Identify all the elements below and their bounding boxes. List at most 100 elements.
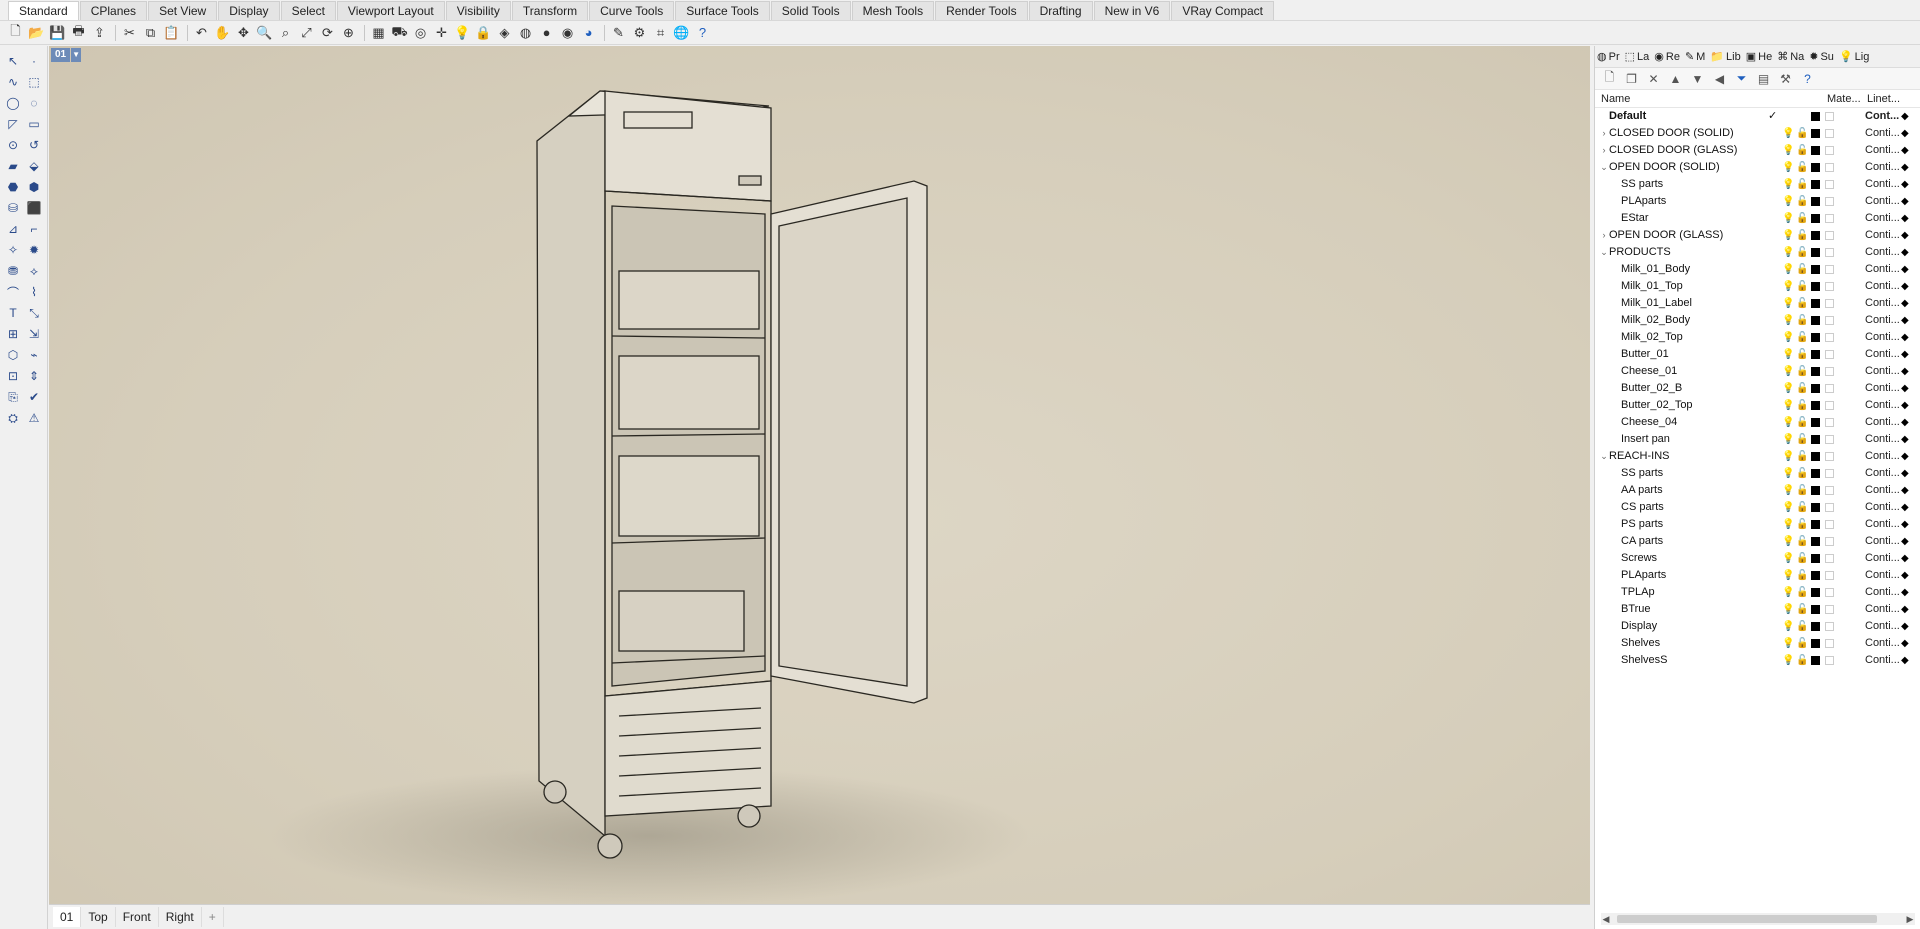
material-swatch[interactable] bbox=[1825, 469, 1834, 478]
refrigerator-model[interactable] bbox=[49, 46, 1590, 904]
linetype-cell[interactable]: Conti... bbox=[1865, 159, 1900, 176]
column-name[interactable]: Name bbox=[1601, 93, 1831, 105]
tab-drafting[interactable]: Drafting bbox=[1028, 1, 1093, 20]
layer-row[interactable]: Milk_02_Top 💡 🔓 Conti... ◆ bbox=[1595, 329, 1920, 346]
globe-icon[interactable]: ◕ bbox=[579, 23, 598, 42]
print-width-diamond-icon[interactable]: ◆ bbox=[1901, 465, 1909, 482]
tool-1-0-icon[interactable]: ∿ bbox=[4, 73, 22, 91]
lock-icon[interactable]: 🔓 bbox=[1796, 244, 1808, 261]
tool-3-0-icon[interactable]: ◸ bbox=[4, 115, 22, 133]
color-wheel-icon[interactable]: ◍ bbox=[516, 23, 535, 42]
layer-row[interactable]: SS parts 💡 🔓 Conti... ◆ bbox=[1595, 176, 1920, 193]
visibility-bulb-icon[interactable]: 💡 bbox=[1782, 363, 1794, 380]
layer-row[interactable]: AA parts 💡 🔓 Conti... ◆ bbox=[1595, 482, 1920, 499]
tool-17-1-icon[interactable]: ⚠ bbox=[25, 409, 43, 427]
lock-icon[interactable]: 🔓 bbox=[1796, 261, 1808, 278]
layer-color-swatch[interactable] bbox=[1811, 486, 1820, 495]
print-width-diamond-icon[interactable]: ◆ bbox=[1901, 584, 1909, 601]
material-swatch[interactable] bbox=[1825, 401, 1834, 410]
linetype-cell[interactable]: Conti... bbox=[1865, 652, 1900, 669]
layer-color-swatch[interactable] bbox=[1811, 469, 1820, 478]
layer-color-swatch[interactable] bbox=[1811, 588, 1820, 597]
tool-15-0-icon[interactable]: ⊡ bbox=[4, 367, 22, 385]
lock-icon[interactable]: 🔓 bbox=[1796, 482, 1808, 499]
layer-row[interactable]: TPLAp 💡 🔓 Conti... ◆ bbox=[1595, 584, 1920, 601]
layer-row[interactable]: Milk_01_Top 💡 🔓 Conti... ◆ bbox=[1595, 278, 1920, 295]
visibility-bulb-icon[interactable]: 💡 bbox=[1782, 397, 1794, 414]
lock-icon[interactable]: 🔓 bbox=[1796, 159, 1808, 176]
linetype-cell[interactable]: Conti... bbox=[1865, 584, 1900, 601]
layer-name[interactable]: CLOSED DOOR (SOLID) bbox=[1609, 125, 1734, 142]
move-view-icon[interactable]: ✥ bbox=[234, 23, 253, 42]
tool-0-0-icon[interactable]: ↖ bbox=[4, 52, 22, 70]
tab-mesh-tools[interactable]: Mesh Tools bbox=[851, 1, 935, 20]
print-width-diamond-icon[interactable]: ◆ bbox=[1901, 635, 1909, 652]
visibility-bulb-icon[interactable]: 💡 bbox=[1782, 499, 1794, 516]
layer-row[interactable]: Display 💡 🔓 Conti... ◆ bbox=[1595, 618, 1920, 635]
tool-12-0-icon[interactable]: T bbox=[4, 304, 22, 322]
lock-icon[interactable]: 🔓 bbox=[1796, 499, 1808, 516]
layer-color-swatch[interactable] bbox=[1811, 180, 1820, 189]
layer-name[interactable]: Milk_01_Label bbox=[1621, 295, 1692, 312]
tab-standard[interactable]: Standard bbox=[8, 1, 79, 20]
material-swatch[interactable] bbox=[1825, 639, 1834, 648]
light-icon[interactable]: 💡 bbox=[453, 23, 472, 42]
print-width-diamond-icon[interactable]: ◆ bbox=[1901, 363, 1909, 380]
snapshot-icon[interactable]: ◎ bbox=[411, 23, 430, 42]
layer-color-swatch[interactable] bbox=[1811, 503, 1820, 512]
lock-icon[interactable]: 🔓 bbox=[1796, 380, 1808, 397]
layer-color-swatch[interactable] bbox=[1811, 214, 1820, 223]
lock-icon[interactable]: 🔓 bbox=[1796, 312, 1808, 329]
layer-row[interactable]: ⌄ OPEN DOOR (SOLID) 💡 🔓 Conti... ◆ bbox=[1595, 159, 1920, 176]
linetype-cell[interactable]: Conti... bbox=[1865, 414, 1900, 431]
layer-color-swatch[interactable] bbox=[1811, 605, 1820, 614]
print-width-diamond-icon[interactable]: ◆ bbox=[1901, 380, 1909, 397]
add-viewport-tab-button[interactable]: + bbox=[202, 907, 224, 927]
visibility-bulb-icon[interactable]: 💡 bbox=[1782, 533, 1794, 550]
print-width-diamond-icon[interactable]: ◆ bbox=[1901, 431, 1909, 448]
print-width-diamond-icon[interactable]: ◆ bbox=[1901, 414, 1909, 431]
tool-7-1-icon[interactable]: ⬛ bbox=[25, 199, 43, 217]
panel-tab-pr[interactable]: ◍ Pr bbox=[1597, 50, 1620, 64]
layer-color-swatch[interactable] bbox=[1811, 554, 1820, 563]
layer-row[interactable]: Milk_01_Label 💡 🔓 Conti... ◆ bbox=[1595, 295, 1920, 312]
lock-icon[interactable]: 🔓 bbox=[1796, 295, 1808, 312]
layer-color-swatch[interactable] bbox=[1811, 639, 1820, 648]
render-sphere-icon[interactable]: ● bbox=[537, 23, 556, 42]
visibility-bulb-icon[interactable]: 💡 bbox=[1782, 550, 1794, 567]
layer-row[interactable]: › CLOSED DOOR (GLASS) 💡 🔓 Conti... ◆ bbox=[1595, 142, 1920, 159]
layer-color-swatch[interactable] bbox=[1811, 129, 1820, 138]
layer-color-swatch[interactable] bbox=[1811, 265, 1820, 274]
print-width-diamond-icon[interactable]: ◆ bbox=[1901, 550, 1909, 567]
visibility-bulb-icon[interactable]: 💡 bbox=[1782, 227, 1794, 244]
layer-name[interactable]: REACH-INS bbox=[1609, 448, 1670, 465]
tool-11-1-icon[interactable]: ⌇ bbox=[25, 283, 43, 301]
layer-color-swatch[interactable] bbox=[1811, 452, 1820, 461]
linetype-cell[interactable]: Conti... bbox=[1865, 465, 1900, 482]
print-width-diamond-icon[interactable]: ◆ bbox=[1901, 329, 1909, 346]
delete-layer-icon[interactable]: ✕ bbox=[1645, 70, 1662, 87]
material-swatch[interactable] bbox=[1825, 180, 1834, 189]
tool-3-1-icon[interactable]: ▭ bbox=[25, 115, 43, 133]
layer-name[interactable]: ShelvesS bbox=[1621, 652, 1667, 669]
layer-name[interactable]: PRODUCTS bbox=[1609, 244, 1671, 261]
layer-color-swatch[interactable] bbox=[1811, 282, 1820, 291]
tool-16-0-icon[interactable]: ⎘ bbox=[4, 388, 22, 406]
layer-color-swatch[interactable] bbox=[1811, 333, 1820, 342]
layer-name[interactable]: Butter_02_B bbox=[1621, 380, 1682, 397]
linetype-cell[interactable]: Conti... bbox=[1865, 448, 1900, 465]
lock-icon[interactable]: 🔓 bbox=[1796, 176, 1808, 193]
layer-row[interactable]: SS parts 💡 🔓 Conti... ◆ bbox=[1595, 465, 1920, 482]
panel-tab-he[interactable]: ▣ He bbox=[1746, 50, 1772, 64]
layer-name[interactable]: CS parts bbox=[1621, 499, 1664, 516]
lock-icon[interactable]: 🔓 bbox=[1796, 278, 1808, 295]
tool-6-1-icon[interactable]: ⬢ bbox=[25, 178, 43, 196]
linetype-cell[interactable]: Conti... bbox=[1865, 635, 1900, 652]
print-width-diamond-icon[interactable]: ◆ bbox=[1901, 448, 1909, 465]
tool-5-1-icon[interactable]: ⬙ bbox=[25, 157, 43, 175]
import-icon[interactable]: ⇪ bbox=[90, 23, 109, 42]
visibility-bulb-icon[interactable]: 💡 bbox=[1782, 482, 1794, 499]
tab-surface-tools[interactable]: Surface Tools bbox=[675, 1, 770, 20]
filter-icon[interactable]: ⏷ bbox=[1733, 70, 1750, 87]
visibility-bulb-icon[interactable]: 💡 bbox=[1782, 244, 1794, 261]
